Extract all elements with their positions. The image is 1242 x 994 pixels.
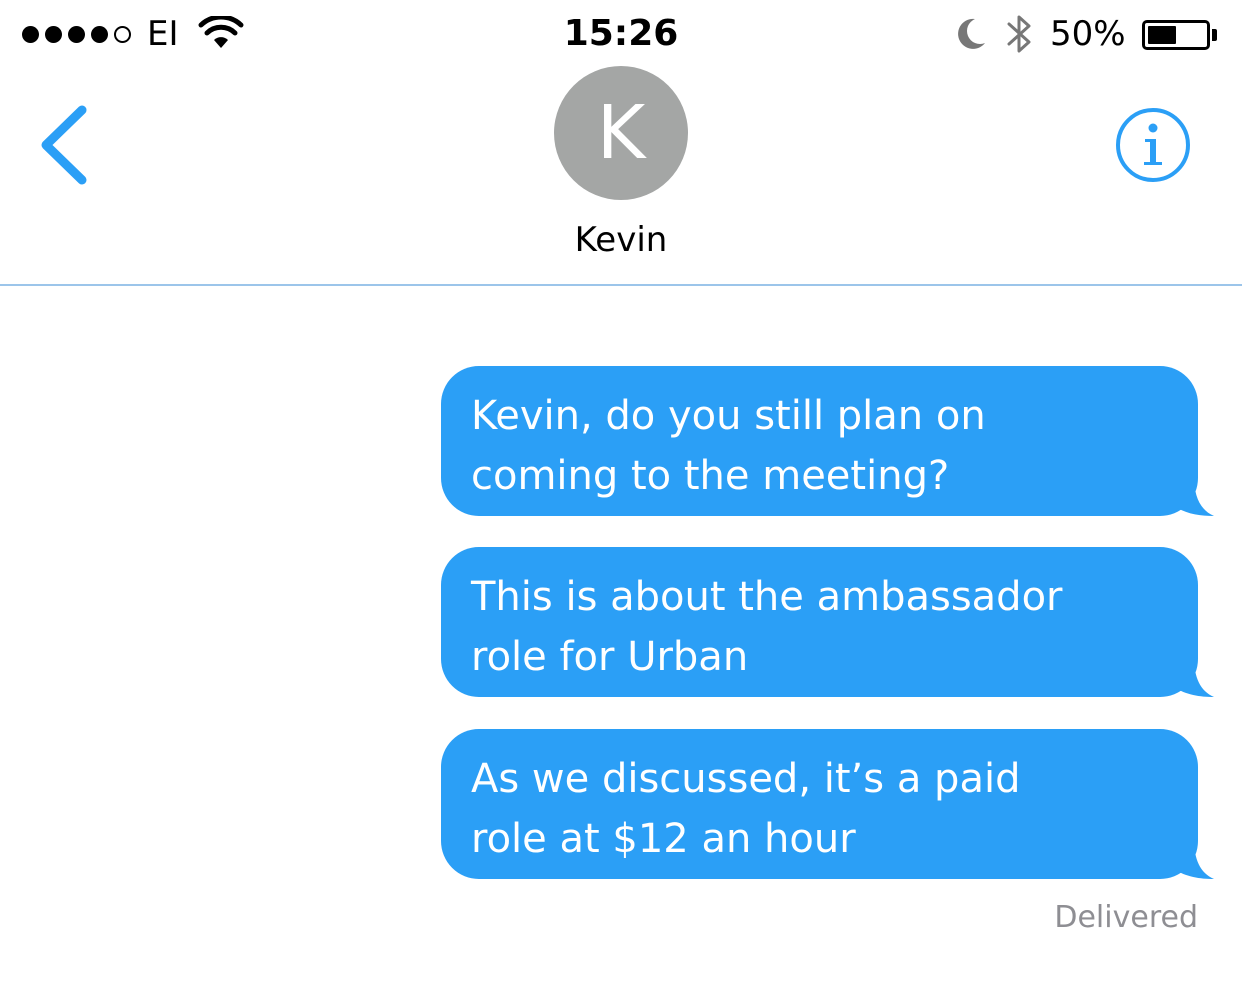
- bubble-tail: [1174, 476, 1214, 516]
- bubble-tail: [1174, 839, 1214, 879]
- message-bubble[interactable]: This is about the ambassador role for Ur…: [441, 547, 1214, 697]
- message-bubble[interactable]: Kevin, do you still plan on coming to th…: [441, 366, 1214, 516]
- delivery-status: Delivered: [1054, 900, 1198, 935]
- message-text: As we discussed, it’s a paid role at $12…: [471, 756, 1021, 862]
- avatar-initial: K: [596, 90, 646, 176]
- message-bubble[interactable]: As we discussed, it’s a paid role at $12…: [441, 729, 1214, 879]
- message-text: This is about the ambassador role for Ur…: [471, 574, 1063, 680]
- battery-fill: [1148, 26, 1176, 44]
- back-chevron-button[interactable]: [30, 100, 100, 190]
- bluetooth-icon: [1007, 15, 1031, 53]
- battery-nub: [1212, 29, 1217, 41]
- status-bar: EI 15:26 50%: [0, 0, 1242, 70]
- bubble-tail: [1174, 657, 1214, 697]
- contact-name[interactable]: Kevin: [0, 218, 1242, 262]
- do-not-disturb-moon-icon: [958, 18, 985, 49]
- message-text: Kevin, do you still plan on coming to th…: [471, 393, 986, 499]
- battery-icon: [1142, 20, 1210, 50]
- header-divider: [0, 284, 1242, 286]
- battery-percent: 50%: [1050, 14, 1126, 54]
- info-icon-button[interactable]: [1114, 106, 1192, 184]
- contact-avatar[interactable]: K: [554, 66, 688, 200]
